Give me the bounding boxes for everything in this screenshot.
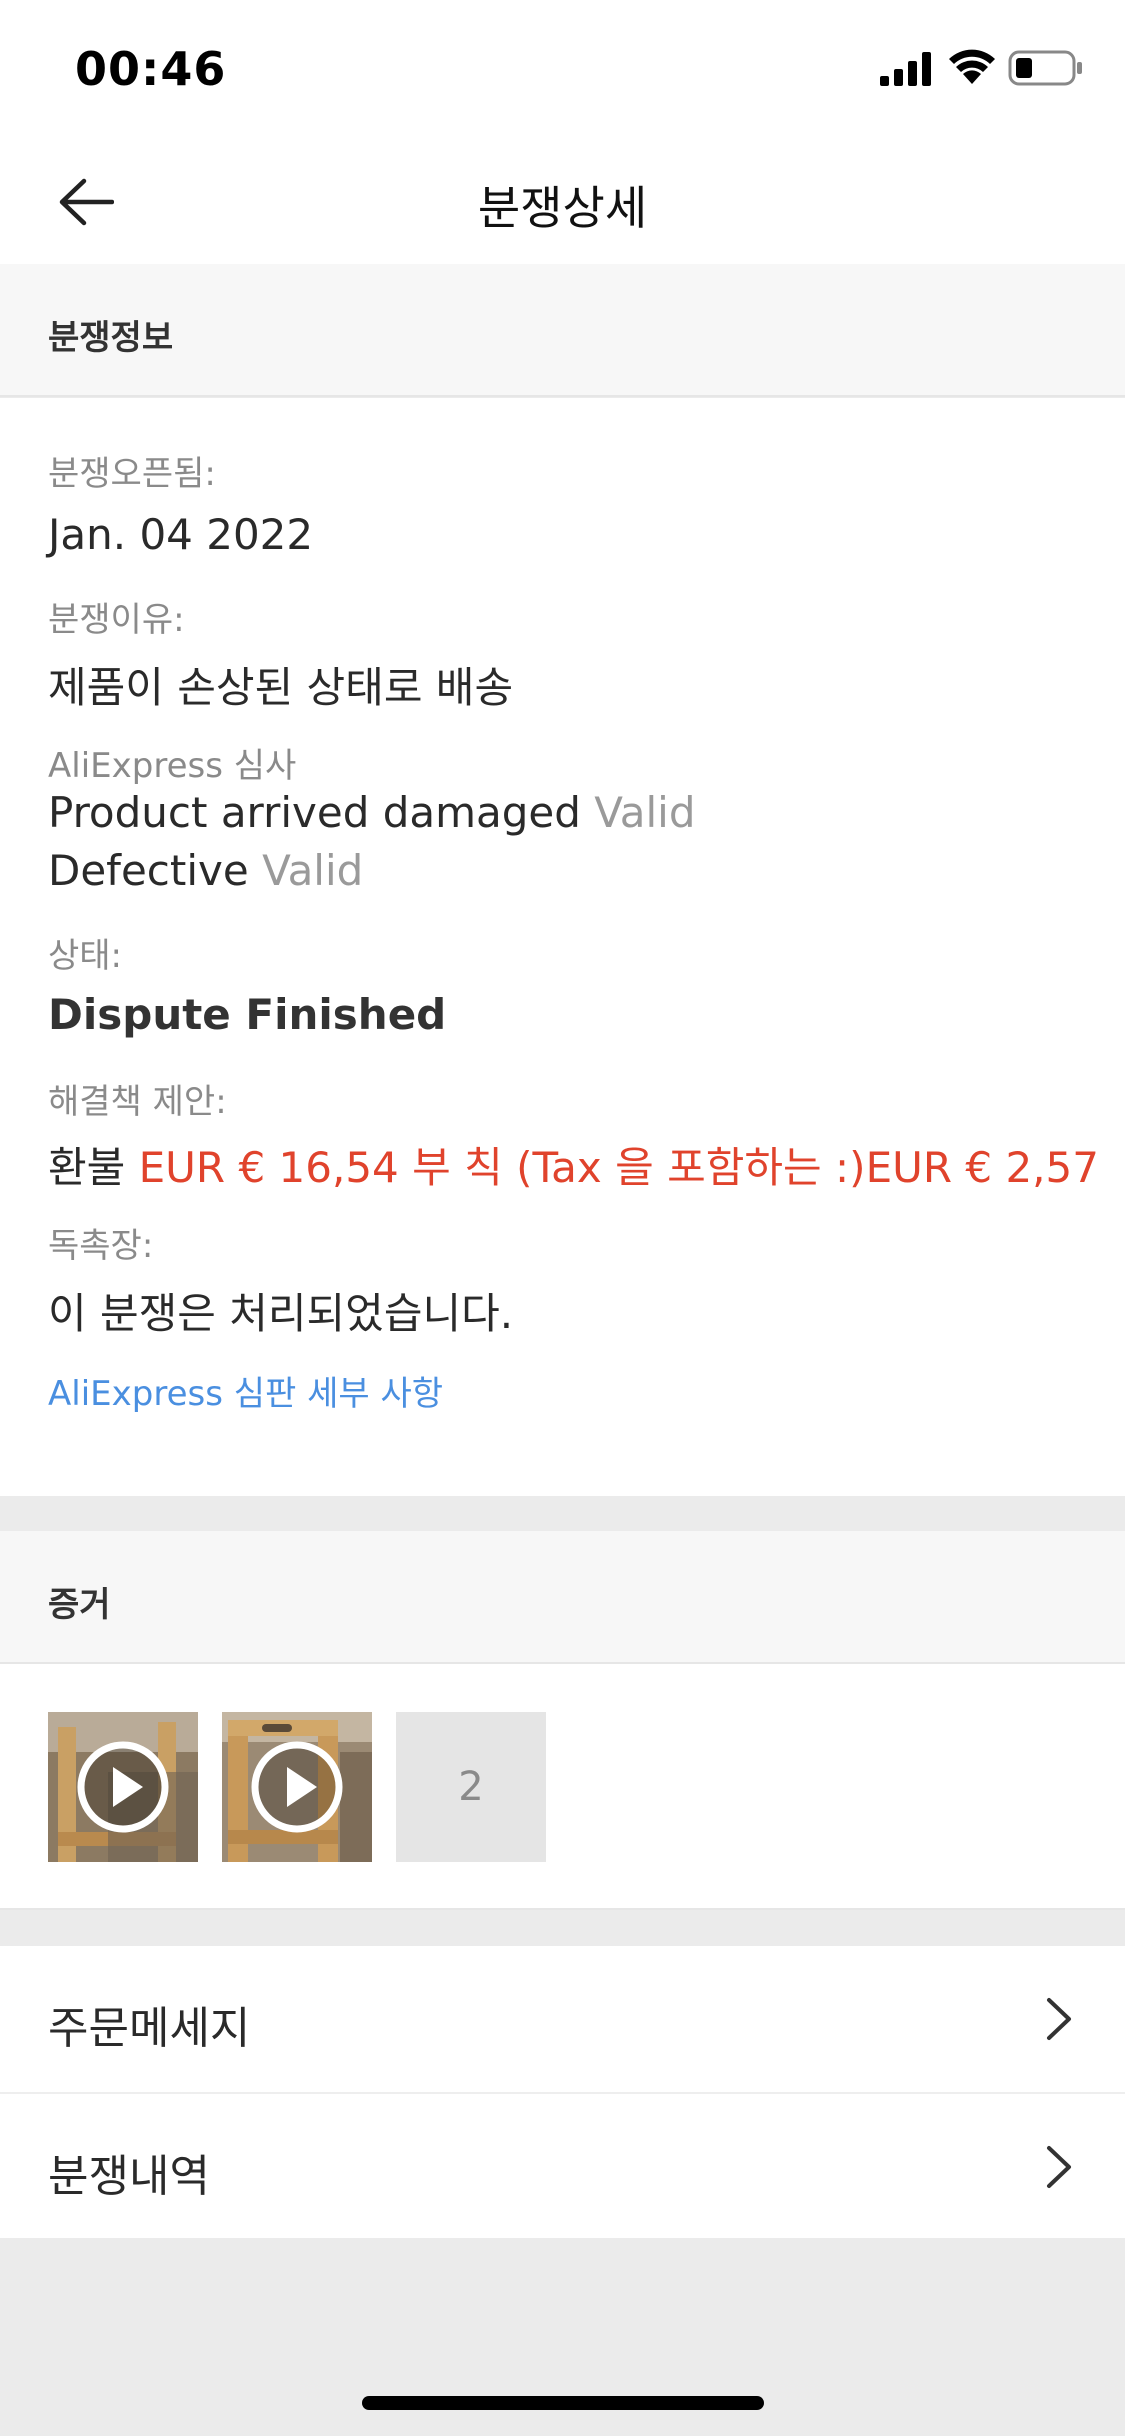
review-item-verdict: Valid bbox=[262, 846, 364, 895]
opened-label: 분쟁오픈됨: bbox=[48, 454, 216, 494]
status-label: 상태: bbox=[48, 936, 123, 976]
solution-prefix: 환불 bbox=[48, 1143, 126, 1192]
menu-item-label: 분쟁내역 bbox=[48, 2151, 210, 2202]
chevron-right-icon bbox=[1047, 2146, 1071, 2188]
reason-value: 제품이 손상된 상태로 배송 bbox=[48, 663, 514, 712]
page-title: 분쟁상세 bbox=[477, 181, 648, 235]
evidence-video-thumbnail[interactable] bbox=[222, 1712, 372, 1862]
solution-label: 해결책 제안: bbox=[48, 1082, 227, 1122]
battery-icon bbox=[1008, 50, 1082, 86]
dispute-status: Dispute Finished bbox=[48, 990, 447, 1039]
evidence-count-tile[interactable]: 2 bbox=[396, 1712, 546, 1862]
review-item: Defective Valid bbox=[48, 846, 363, 895]
navigation-bar: 분쟁상세 bbox=[0, 136, 1125, 264]
evidence-section: 2 bbox=[0, 1664, 1125, 1910]
dispute-info-header: 분쟁정보 bbox=[0, 264, 1125, 397]
menu-item-dispute-history[interactable]: 분쟁내역 bbox=[0, 2092, 1125, 2238]
reason-label: 분쟁이유: bbox=[48, 600, 185, 640]
status-time: 00:46 bbox=[75, 42, 227, 96]
evidence-header-label: 증거 bbox=[48, 1585, 111, 1625]
review-item: Product arrived damaged Valid bbox=[48, 788, 696, 837]
home-indicator[interactable] bbox=[362, 2396, 764, 2410]
dispute-detail-screen: 00:46 분쟁상세 분쟁정보 분쟁오픈됨: Jan. 04 2022 분쟁이유… bbox=[0, 0, 1125, 2436]
menu-item-order-messages[interactable]: 주문메세지 bbox=[0, 1946, 1125, 2092]
review-item-text: Product arrived damaged bbox=[48, 788, 581, 837]
chevron-right-icon bbox=[1047, 1998, 1071, 2040]
verdict-label: 독촉장: bbox=[48, 1226, 154, 1266]
dispute-info-section: 분쟁오픈됨: Jan. 04 2022 분쟁이유: 제품이 손상된 상태로 배송… bbox=[0, 398, 1125, 1496]
menu-item-label: 주문메세지 bbox=[48, 2003, 251, 2054]
wifi-icon bbox=[949, 49, 995, 84]
status-bar: 00:46 bbox=[0, 0, 1125, 136]
play-icon bbox=[251, 1741, 343, 1833]
evidence-header: 증거 bbox=[0, 1531, 1125, 1664]
solution-value: 환불 EUR € 16,54 부 칙 (Tax 을 포함하는 :)EUR € 2… bbox=[48, 1134, 1099, 1195]
review-item-verdict: Valid bbox=[594, 788, 696, 837]
review-item-text: Defective bbox=[48, 846, 249, 895]
menu-section: 주문메세지 분쟁내역 bbox=[0, 1946, 1125, 2238]
arbitration-details-link[interactable]: AliExpress 심판 세부 사항 bbox=[48, 1366, 443, 1415]
opened-date: Jan. 04 2022 bbox=[48, 510, 314, 559]
evidence-video-thumbnail[interactable] bbox=[48, 1712, 198, 1862]
cellular-signal-icon bbox=[880, 52, 931, 86]
refund-amount: EUR € 16,54 부 칙 (Tax 을 포함하는 :)EUR € 2,57 bbox=[138, 1143, 1099, 1192]
dispute-info-header-label: 분쟁정보 bbox=[48, 318, 174, 358]
review-label: AliExpress 심사 bbox=[48, 746, 297, 786]
play-icon bbox=[77, 1741, 169, 1833]
verdict-value: 이 분쟁은 처리되었습니다. bbox=[48, 1289, 514, 1338]
